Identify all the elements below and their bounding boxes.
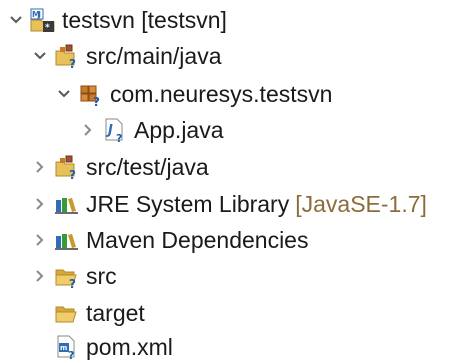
svg-text:?: ?	[69, 57, 76, 69]
java-source-folder-icon: ?	[54, 154, 80, 180]
maven-java-project-icon: M J *	[30, 7, 56, 33]
svg-text:?: ?	[116, 132, 122, 143]
tree-item-project[interactable]: M J * testsvn [testsvn]	[6, 2, 227, 38]
tree-item-label: testsvn [testsvn]	[62, 7, 227, 33]
svg-text:?: ?	[93, 95, 100, 107]
tree-item-label: target	[86, 300, 145, 326]
java-package-icon: ?	[78, 81, 104, 107]
svg-text:J: J	[37, 10, 41, 19]
chevron-down-icon[interactable]	[30, 46, 50, 66]
tree-item-label: src/main/java	[86, 43, 222, 69]
folder-icon	[54, 300, 80, 326]
chevron-right-icon[interactable]	[30, 157, 50, 177]
chevron-down-icon[interactable]	[6, 10, 26, 30]
tree-item-label: JRE System Library	[86, 191, 290, 217]
chevron-right-icon[interactable]	[78, 120, 98, 140]
java-source-folder-icon: ?	[54, 43, 80, 69]
svg-text:m: m	[60, 344, 67, 352]
chevron-down-icon[interactable]	[54, 84, 74, 104]
svg-text:?: ?	[69, 277, 76, 289]
chevron-right-icon[interactable]	[30, 266, 50, 286]
java-file-icon: J ?	[102, 117, 128, 143]
xml-file-icon: m ?	[54, 334, 80, 360]
tree-item-app-java[interactable]: J ? App.java	[78, 112, 224, 148]
project-explorer-tree: M J * testsvn [testsvn] ? src/main/java	[0, 0, 457, 363]
library-icon	[54, 191, 80, 217]
tree-item-target[interactable]: target	[54, 295, 145, 331]
tree-item-src[interactable]: ? src	[30, 258, 117, 294]
tree-item-package[interactable]: ? com.neuresys.testsvn	[54, 76, 332, 112]
chevron-right-icon[interactable]	[30, 230, 50, 250]
svg-text:*: *	[45, 23, 50, 33]
tree-item-label: src/test/java	[86, 154, 209, 180]
tree-item-maven-dependencies[interactable]: Maven Dependencies	[30, 222, 308, 258]
jre-version-decoration: [JavaSE-1.7]	[295, 190, 427, 217]
tree-item-label: src	[86, 263, 117, 289]
folder-icon: ?	[54, 263, 80, 289]
tree-item-pom-xml[interactable]: m ? pom.xml	[54, 329, 173, 363]
tree-item-label: pom.xml	[86, 334, 173, 360]
library-icon	[54, 227, 80, 253]
svg-text:?: ?	[68, 349, 74, 360]
tree-item-src-main-java[interactable]: ? src/main/java	[30, 38, 221, 74]
chevron-right-icon[interactable]	[30, 194, 50, 214]
tree-item-label: com.neuresys.testsvn	[110, 81, 333, 107]
tree-item-label: Maven Dependencies	[86, 227, 309, 253]
tree-item-label: App.java	[134, 117, 224, 143]
tree-item-src-test-java[interactable]: ? src/test/java	[30, 149, 209, 185]
tree-item-jre-library[interactable]: JRE System Library [JavaSE-1.7]	[30, 186, 427, 222]
svg-text:?: ?	[69, 168, 76, 180]
